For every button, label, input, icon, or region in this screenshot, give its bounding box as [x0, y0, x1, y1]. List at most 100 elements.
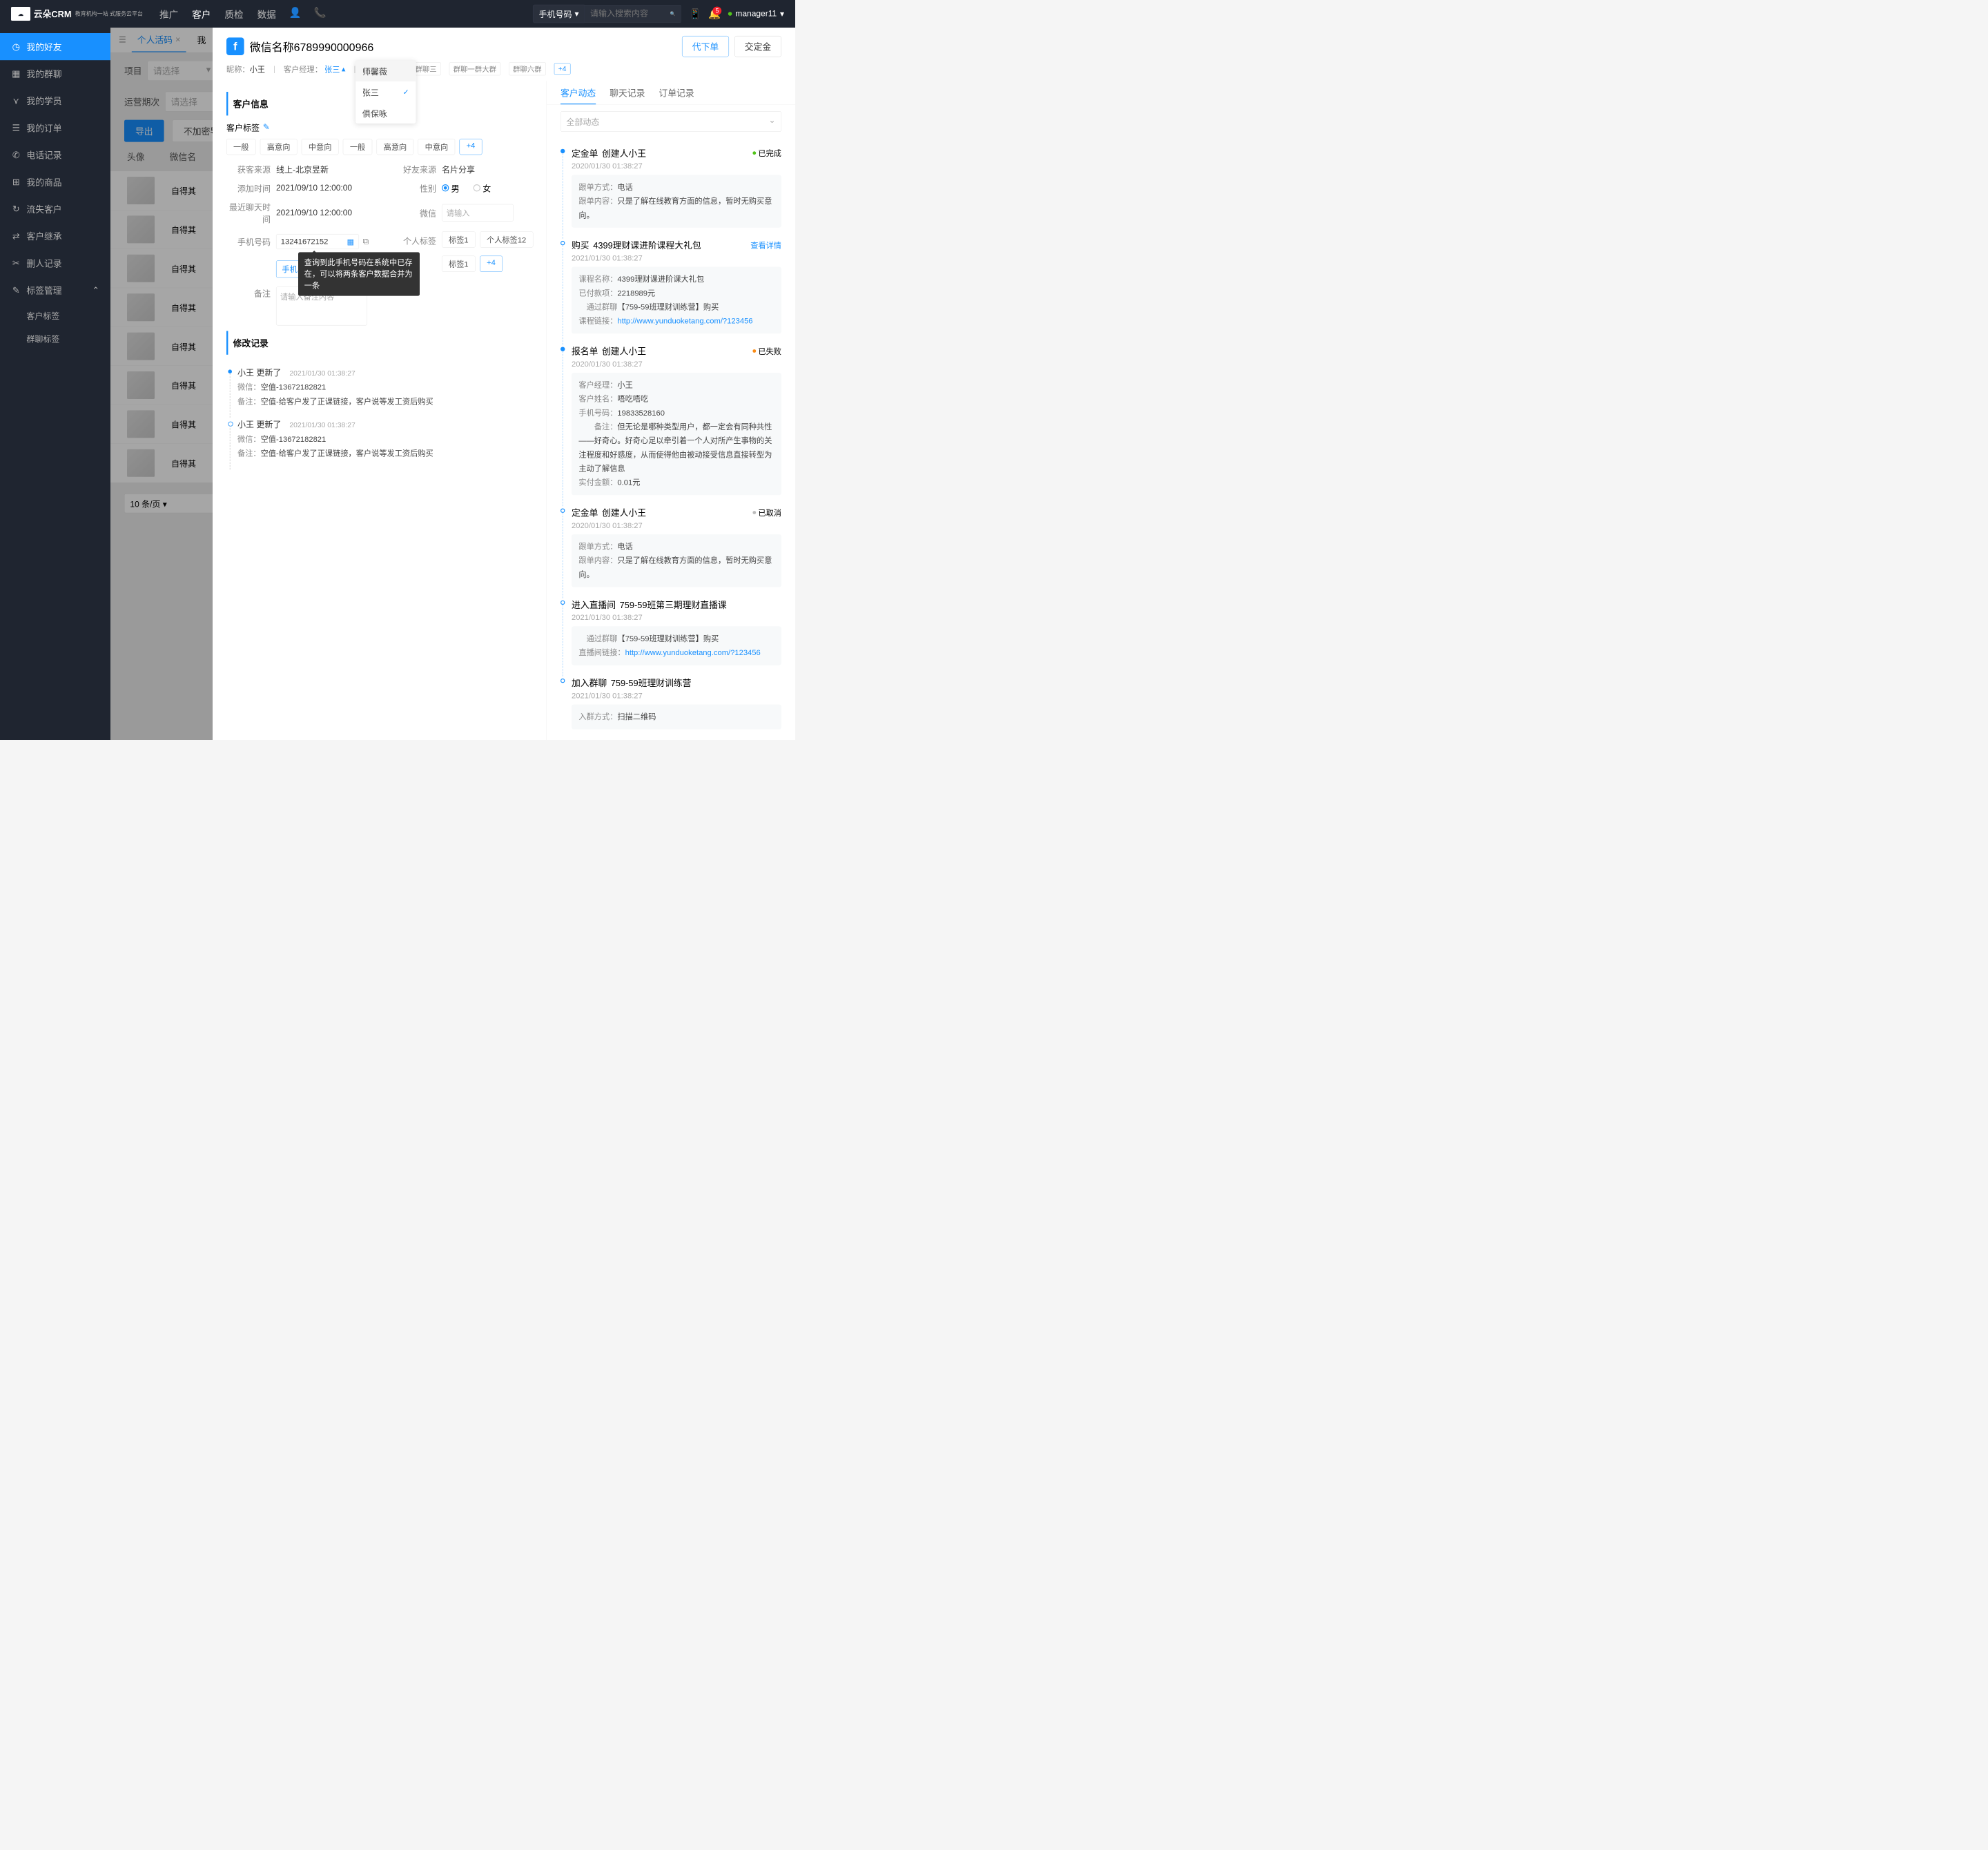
wechat-input[interactable]: 请输入 [442, 204, 514, 222]
sidebar-item-orders[interactable]: ☰我的订单 [0, 115, 110, 142]
customer-tag[interactable]: 一般 [343, 139, 372, 155]
chevron-down-icon: ▾ [575, 9, 579, 19]
source-value: 线上-北京昱新 [276, 163, 329, 175]
gender-label: 性别 [392, 182, 436, 195]
customer-tag[interactable]: 高意向 [260, 139, 298, 155]
friend-source-label: 好友来源 [392, 163, 436, 175]
friends-icon: ◷ [11, 41, 21, 52]
nav-customer[interactable]: 客户 [192, 7, 211, 21]
link[interactable]: http://www.yunduoketang.com/?123456 [625, 648, 761, 656]
deposit-button[interactable]: 交定金 [734, 36, 781, 57]
sidebar-item-lost[interactable]: ↻流失客户 [0, 195, 110, 222]
sidebar-item-friends[interactable]: ◷我的好友 [0, 33, 110, 60]
group-chip[interactable]: 群聊一群大群 [449, 62, 500, 75]
personal-tag[interactable]: 标签1 [442, 256, 476, 272]
chevron-up-icon: ▴ [342, 64, 346, 73]
sidebar-sub-customer-tags[interactable]: 客户标签 [0, 304, 110, 327]
customer-detail-panel: f 微信名称6789990000966 代下单 交定金 昵称：小王 | 客户经理… [213, 28, 795, 740]
timeline-item: 加入群聊 759-59班理财训练营2021/01/30 01:38:27入群方式… [561, 674, 781, 738]
gender-female-radio[interactable]: 女 [474, 182, 491, 195]
lost-icon: ↻ [11, 204, 21, 214]
customer-avatar-icon: f [226, 37, 244, 55]
add-time-label: 添加时间 [226, 182, 271, 195]
rtab-chat[interactable]: 聊天记录 [610, 86, 645, 104]
nickname-value: 小王 [250, 65, 265, 73]
chevron-up-icon: ⌃ [92, 285, 99, 295]
chevron-down-icon: ⌄ [769, 115, 776, 128]
personal-tag[interactable]: 标签1 [442, 232, 476, 248]
sidebar-item-calls[interactable]: ✆电话记录 [0, 142, 110, 168]
manager-option[interactable]: 俱保咏 [355, 102, 416, 123]
manager-option[interactable]: 师馨薇 [355, 60, 416, 81]
logo-icon: ☁ [11, 7, 30, 21]
manager-option[interactable]: 张三✓ [355, 81, 416, 102]
search-icon[interactable]: 🔍 [670, 11, 676, 17]
panel-title: 微信名称6789990000966 [250, 39, 676, 55]
nav-promote[interactable]: 推广 [159, 7, 178, 21]
group-more-chip[interactable]: +4 [554, 64, 571, 75]
order-icon: ☰ [11, 123, 21, 133]
sidebar: ◷我的好友 ▦我的群聊 ⋎我的学员 ☰我的订单 ✆电话记录 ⊞我的商品 ↻流失客… [0, 28, 110, 740]
id-icon[interactable]: ▦ [347, 237, 355, 246]
personal-tag-label: 个人标签 [392, 232, 436, 247]
sidebar-item-students[interactable]: ⋎我的学员 [0, 87, 110, 114]
tag-more[interactable]: +4 [460, 139, 483, 155]
search-group: 手机号码 ▾ 🔍 [533, 5, 681, 23]
source-label: 获客来源 [226, 163, 271, 175]
inherit-icon: ⇄ [11, 231, 21, 241]
filter-icon: ⋎ [11, 95, 21, 106]
top-nav: 推广 客户 质检 数据 👤 📞 [159, 7, 326, 21]
edit-icon[interactable]: ✎ [263, 122, 270, 132]
history-item: 小王 更新了2021/01/30 01:38:27微信：空值-136721828… [226, 412, 533, 464]
phone-label: 手机号码 [226, 235, 271, 248]
nav-data[interactable]: 数据 [257, 7, 276, 21]
customer-tag[interactable]: 一般 [226, 139, 255, 155]
logo: ☁ 云朵CRM 教育机构一站 式服务云平台 [11, 7, 143, 21]
logo-subtitle: 教育机构一站 式服务云平台 [72, 10, 143, 17]
sidebar-item-delete[interactable]: ✂删人记录 [0, 250, 110, 277]
sidebar-item-inherit[interactable]: ⇄客户继承 [0, 222, 110, 249]
phone-icon[interactable]: 📞 [315, 7, 326, 18]
personal-tag[interactable]: 个人标签12 [480, 232, 533, 248]
status-badge: 已失败 [752, 345, 781, 356]
group-chip[interactable]: 群聊六群 [509, 62, 546, 75]
sidebar-item-goods[interactable]: ⊞我的商品 [0, 168, 110, 195]
check-icon: ✓ [403, 87, 409, 96]
section-history: 修改记录 [226, 331, 533, 355]
personal-tag-more[interactable]: +4 [480, 256, 503, 272]
link[interactable]: http://www.yunduoketang.com/?123456 [617, 317, 752, 325]
manager-select[interactable]: 张三 ▴ [324, 64, 345, 75]
rtab-dynamic[interactable]: 客户动态 [561, 86, 596, 104]
search-type-select[interactable]: 手机号码 ▾ [533, 5, 585, 23]
bell-icon[interactable]: 🔔5 [709, 8, 720, 19]
timeline-item: 进入直播间 759-59班第三期理财直播课2021/01/30 01:38:27… [561, 595, 781, 673]
chevron-down-icon: ▾ [780, 9, 784, 19]
customer-tag[interactable]: 中意向 [418, 139, 456, 155]
customer-tag[interactable]: 中意向 [302, 139, 339, 155]
timeline-item: 定金单 创建人小王已完成2020/01/30 01:38:27跟单方式：电话跟单… [561, 144, 781, 235]
user-menu[interactable]: manager11 ▾ [728, 9, 784, 19]
sidebar-item-tags[interactable]: ✎标签管理⌃ [0, 277, 110, 304]
sidebar-item-groups[interactable]: ▦我的群聊 [0, 60, 110, 87]
group-icon: ▦ [11, 68, 21, 79]
nav-qc[interactable]: 质检 [224, 7, 243, 21]
phone-input[interactable]: 13241672152▦ [276, 234, 359, 249]
customer-tag[interactable]: 高意向 [377, 139, 414, 155]
phone-icon: ✆ [11, 150, 21, 160]
device-icon[interactable]: 📱 [690, 8, 701, 19]
copy-icon[interactable]: ⧉ [363, 237, 369, 246]
timeline-item: 定金单 创建人小王已取消2020/01/30 01:38:27跟单方式：电话跟单… [561, 503, 781, 595]
gender-male-radio[interactable]: 男 [442, 182, 460, 195]
place-order-button[interactable]: 代下单 [682, 36, 729, 57]
tag-edit-label: 客户标签 [226, 121, 260, 134]
last-chat-label: 最近聊天时间 [226, 201, 271, 225]
view-detail-link[interactable]: 查看详情 [750, 240, 781, 251]
user-icon[interactable]: 👤 [290, 7, 301, 18]
rtab-orders[interactable]: 订单记录 [659, 86, 694, 104]
dynamic-filter-select[interactable]: 全部动态⌄ [561, 111, 781, 132]
search-input[interactable] [590, 9, 667, 19]
sidebar-sub-group-tags[interactable]: 群聊标签 [0, 327, 110, 351]
status-badge: 已取消 [752, 507, 781, 518]
manager-dropdown: 师馨薇 张三✓ 俱保咏 [355, 60, 416, 124]
nickname-label: 昵称： [226, 65, 250, 73]
